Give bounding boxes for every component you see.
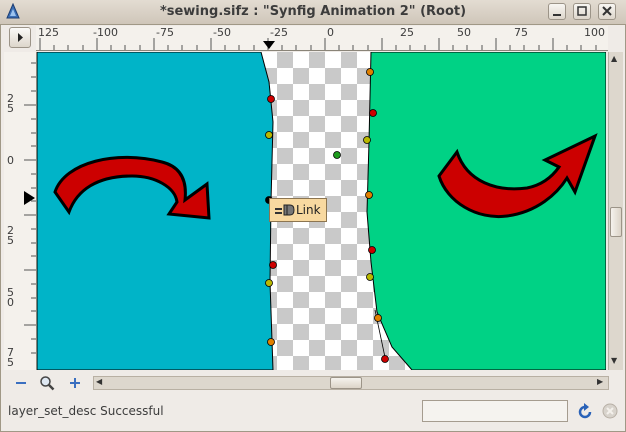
tangent-handle[interactable] xyxy=(374,314,382,322)
h-ruler-label: 25 xyxy=(400,26,414,39)
h-ruler-label: -25 xyxy=(270,26,288,39)
vertex-handle[interactable] xyxy=(369,109,377,117)
canvas-menu-button[interactable] xyxy=(9,27,31,48)
zoom-out-icon xyxy=(16,382,26,384)
v-ruler-label: 2 5 xyxy=(7,92,14,115)
status-bar: layer_set_desc Successful xyxy=(0,398,626,428)
close-button[interactable] xyxy=(598,3,616,20)
minimize-icon xyxy=(553,14,561,16)
status-message: layer_set_desc Successful xyxy=(8,404,164,418)
link-tooltip[interactable]: Link xyxy=(269,198,327,222)
tangent-handle[interactable] xyxy=(265,131,273,139)
vertical-scrollbar[interactable]: ▲ ▼ xyxy=(608,52,623,370)
h-ruler-label: -100 xyxy=(93,26,118,39)
h-ruler-label: -75 xyxy=(156,26,174,39)
render-progress-bar xyxy=(422,400,568,422)
h-ruler-label: 50 xyxy=(457,26,471,39)
h-ruler-label: 75 xyxy=(514,26,528,39)
stop-icon[interactable] xyxy=(602,403,618,419)
zoom-fit-button[interactable] xyxy=(38,375,56,391)
horizontal-scrollbar[interactable]: ◀ ▶ xyxy=(93,376,609,390)
minimize-button[interactable] xyxy=(548,3,566,20)
canvas-bottom-toolbar: ◀ ▶ xyxy=(4,372,620,394)
tangent-handle[interactable] xyxy=(365,191,373,199)
h-ruler-label: -50 xyxy=(213,26,231,39)
horizontal-ruler[interactable]: 125 -100 -75 -50 -25 0 25 50 75 100 xyxy=(36,26,608,51)
vertical-scrollbar-thumb[interactable] xyxy=(610,207,622,237)
vertex-handle[interactable] xyxy=(267,95,275,103)
h-ruler-label: 100 xyxy=(584,26,605,39)
zoom-out-button[interactable] xyxy=(12,375,30,391)
zoom-in-button[interactable] xyxy=(66,375,84,391)
v-ruler-label: 7 5 xyxy=(7,346,14,369)
scroll-up-icon[interactable]: ▲ xyxy=(611,54,617,63)
left-cyan-region[interactable] xyxy=(37,52,274,370)
zoom-fit-icon xyxy=(40,376,55,391)
tangent-handle[interactable] xyxy=(267,338,275,346)
ruler-position-marker xyxy=(263,41,275,49)
tangent-handle[interactable] xyxy=(265,279,273,287)
refresh-icon[interactable] xyxy=(576,403,594,421)
link-icon xyxy=(275,204,295,216)
vertex-handle[interactable] xyxy=(381,355,389,363)
title-bar: *sewing.sifz : "Synfig Animation 2" (Roo… xyxy=(0,0,626,25)
close-icon xyxy=(602,6,612,16)
ruler-position-marker xyxy=(24,191,35,205)
scroll-left-icon[interactable]: ◀ xyxy=(96,377,102,386)
scroll-right-icon[interactable]: ▶ xyxy=(597,377,603,386)
link-tooltip-label: Link xyxy=(296,203,321,217)
tangent-handle[interactable] xyxy=(366,273,374,281)
maximize-button[interactable] xyxy=(573,3,591,20)
window-title: *sewing.sifz : "Synfig Animation 2" (Roo… xyxy=(159,4,467,19)
scroll-down-icon[interactable]: ▼ xyxy=(611,356,617,365)
zoom-in-icon xyxy=(70,378,80,388)
origin-handle[interactable] xyxy=(333,151,341,159)
v-ruler-label: 2 5 xyxy=(7,224,14,247)
maximize-icon xyxy=(577,6,587,16)
vertex-handle[interactable] xyxy=(269,261,277,269)
v-ruler-label: 0 xyxy=(7,154,14,167)
triangle-right-icon xyxy=(18,33,23,42)
vertical-ruler[interactable]: 2 5 0 2 5 5 0 7 5 xyxy=(4,52,37,370)
tangent-handle[interactable] xyxy=(363,136,371,144)
v-ruler-label: 5 0 xyxy=(7,286,14,309)
vertex-handle[interactable] xyxy=(368,246,376,254)
h-ruler-label: 0 xyxy=(327,26,334,39)
h-ruler-label: 125 xyxy=(38,26,59,39)
horizontal-scrollbar-thumb[interactable] xyxy=(330,377,362,389)
tangent-handle[interactable] xyxy=(366,68,374,76)
